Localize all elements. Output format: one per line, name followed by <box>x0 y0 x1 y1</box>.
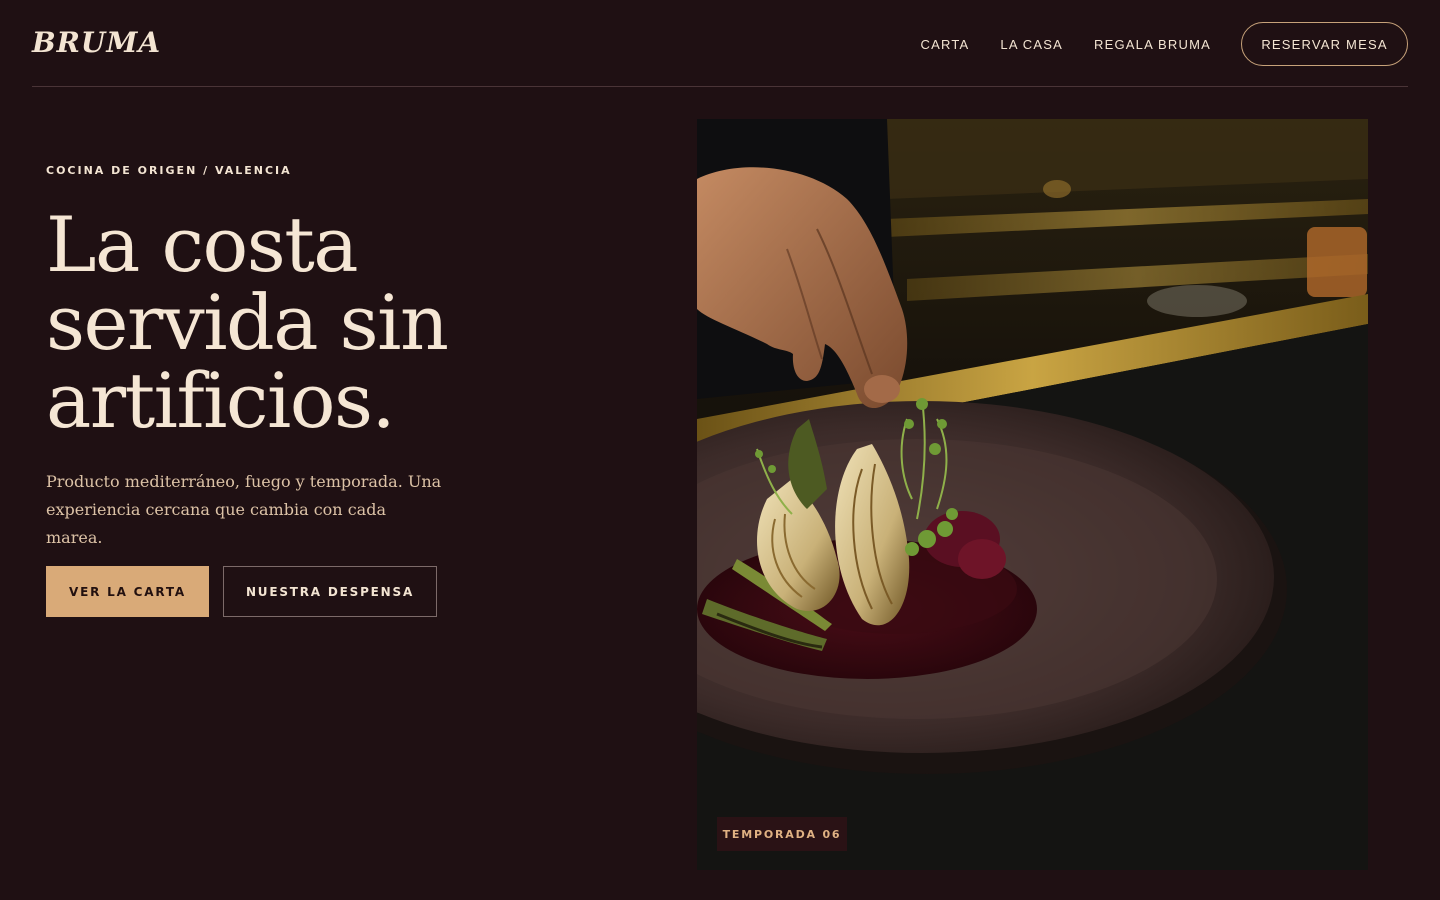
main-nav: CARTA LA CASA REGALA BRUMA RESERVAR MESA <box>921 22 1408 66</box>
pantry-button[interactable]: NUESTRA DESPENSA <box>223 566 437 617</box>
hero-lead-text: Producto mediterráneo, fuego y temporada… <box>46 472 442 547</box>
headline-line: La costa <box>46 200 359 289</box>
headline-line: artificios. <box>46 356 396 445</box>
nav-link-la-casa[interactable]: LA CASA <box>1000 37 1063 52</box>
reserve-table-button[interactable]: RESERVAR MESA <box>1241 22 1408 66</box>
plated-dish-illustration <box>697 119 1368 870</box>
nav-link-regala-bruma[interactable]: REGALA BRUMA <box>1094 37 1211 52</box>
headline-line: servida sin <box>46 278 449 367</box>
season-badge: TEMPORADA 06 <box>717 817 847 851</box>
hero-eyebrow: COCINA DE ORIGEN / VALENCIA <box>46 164 292 177</box>
site-header: BRUMA CARTA LA CASA REGALA BRUMA RESERVA… <box>32 0 1408 87</box>
nav-link-carta[interactable]: CARTA <box>921 37 970 52</box>
hero-headline: La costa servida sin artificios. <box>46 206 606 440</box>
brand-logo[interactable]: BRUMA <box>32 26 161 59</box>
view-menu-button[interactable]: VER LA CARTA <box>46 566 209 617</box>
hero-dish-photo: TEMPORADA 06 <box>697 119 1368 870</box>
